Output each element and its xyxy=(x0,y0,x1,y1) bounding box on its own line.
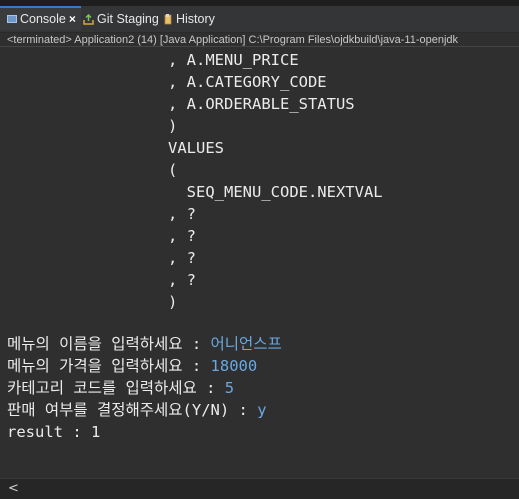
result-line: result : 1 xyxy=(7,423,101,441)
output-line: , A.ORDERABLE_STATUS xyxy=(168,95,355,113)
console-output[interactable]: , A.MENU_PRICE , A.CATEGORY_CODE , A.ORD… xyxy=(0,48,519,478)
scroll-left-arrow-icon[interactable]: < xyxy=(8,480,19,498)
output-line: , ? xyxy=(168,249,196,267)
tab-history[interactable]: History xyxy=(164,6,215,32)
output-line: , ? xyxy=(168,271,196,289)
user-input-value: 18000 xyxy=(210,357,258,375)
output-line: ( xyxy=(168,161,178,179)
console-icon xyxy=(7,15,17,23)
prompt-label: 판매 여부를 결정해주세요(Y/N) : xyxy=(7,401,258,419)
output-line: , ? xyxy=(168,227,196,245)
tab-git-staging-label: Git Staging xyxy=(97,12,159,26)
eclipse-console-view: Console × Git Staging History <terminate… xyxy=(0,0,519,499)
prompt-line-category-code: 카테고리 코드를 입력하세요 : 5 xyxy=(7,377,234,399)
output-line: , A.MENU_PRICE xyxy=(168,51,299,69)
tab-close-icon[interactable]: × xyxy=(69,12,76,26)
tab-history-label: History xyxy=(176,12,215,26)
output-line: , A.CATEGORY_CODE xyxy=(168,73,327,91)
tab-console-label: Console xyxy=(20,12,66,26)
output-line: ) xyxy=(168,117,178,135)
output-line: ) xyxy=(168,293,178,311)
user-input-value: y xyxy=(257,401,267,419)
history-icon xyxy=(164,13,173,25)
prompt-line-menu-price: 메뉴의 가격을 입력하세요 : 18000 xyxy=(7,355,257,377)
git-staging-icon xyxy=(83,13,94,25)
view-tab-bar: Console × Git Staging History xyxy=(0,6,519,33)
prompt-line-menu-name: 메뉴의 이름을 입력하세요 : 어니언스프 xyxy=(7,333,282,355)
prompt-label: 카테고리 코드를 입력하세요 : xyxy=(7,379,225,397)
prompt-line-orderable-status: 판매 여부를 결정해주세요(Y/N) : y xyxy=(7,399,267,421)
horizontal-scrollbar[interactable]: < xyxy=(0,478,519,499)
prompt-label: 메뉴의 가격을 입력하세요 : xyxy=(7,357,211,375)
output-line: SEQ_MENU_CODE.NEXTVAL xyxy=(168,183,383,201)
tab-console[interactable]: Console × xyxy=(0,6,81,30)
user-input-value: 어니언스프 xyxy=(210,335,282,353)
prompt-label: 메뉴의 이름을 입력하세요 : xyxy=(7,335,211,353)
tab-git-staging[interactable]: Git Staging xyxy=(81,6,159,32)
output-line: , ? xyxy=(168,205,196,223)
process-status-line: <terminated> Application2 (14) [Java App… xyxy=(0,33,519,47)
user-input-value: 5 xyxy=(224,379,235,397)
output-line: VALUES xyxy=(168,139,224,157)
